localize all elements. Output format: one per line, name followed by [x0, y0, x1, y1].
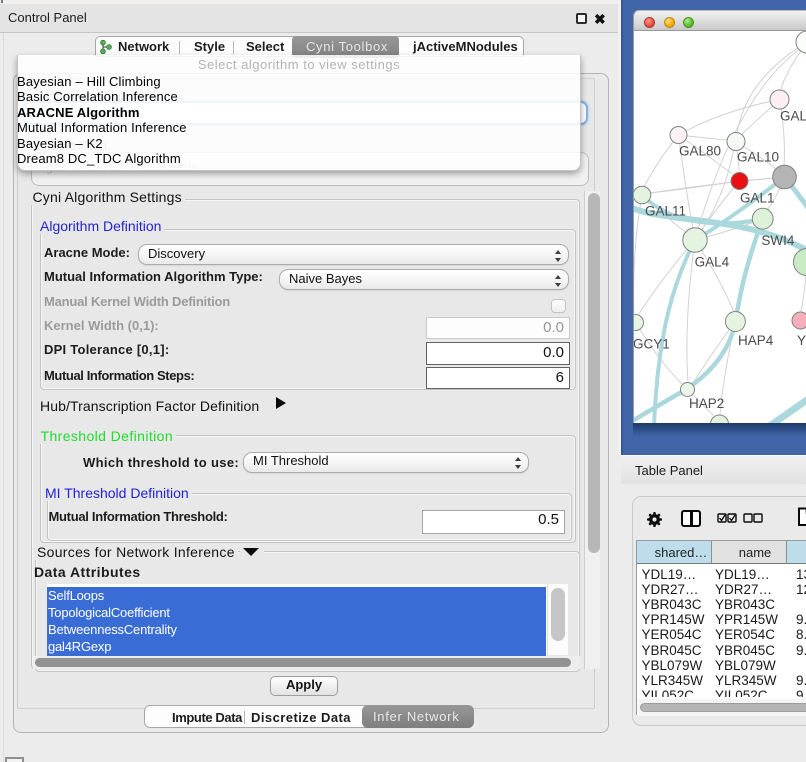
svg-text:GCY1: GCY1 [634, 337, 670, 352]
svg-text:GAL10: GAL10 [737, 150, 779, 165]
svg-text:YM: YM [797, 333, 806, 348]
svg-text:GAL1: GAL1 [740, 190, 775, 205]
svg-text:HAP4: HAP4 [738, 333, 774, 348]
svg-text:HAP2: HAP2 [689, 396, 724, 411]
svg-text:GAL4: GAL4 [695, 255, 730, 270]
svg-text:GAL11: GAL11 [645, 204, 686, 219]
svg-text:GAL80: GAL80 [679, 144, 721, 159]
svg-text:SWI4: SWI4 [761, 233, 794, 248]
svg-text:GAL7: GAL7 [780, 109, 806, 124]
